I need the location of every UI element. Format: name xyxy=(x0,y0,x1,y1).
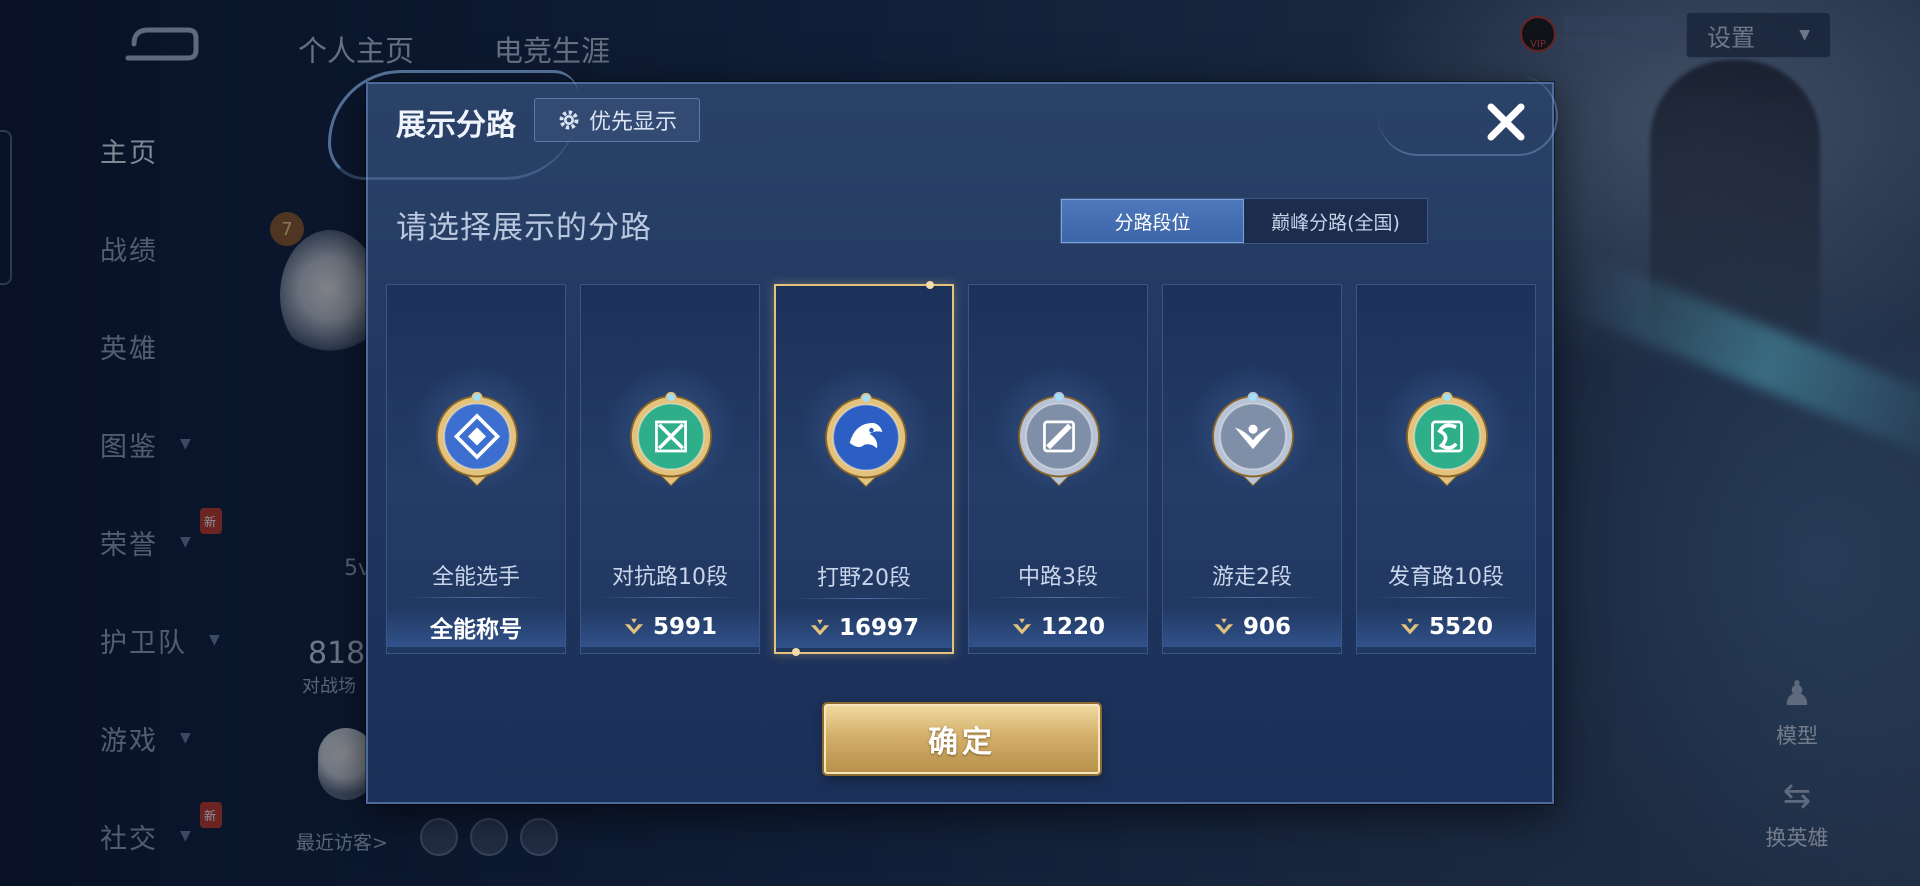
lane-score-row: 5991 xyxy=(581,607,759,647)
card-divider xyxy=(792,598,936,599)
lane-score-row: 16997 xyxy=(776,608,952,648)
lane-score-row: 全能称号 xyxy=(387,607,565,647)
priority-display-label: 优先显示 xyxy=(588,110,677,135)
lane-card[interactable]: 中路3段 1220 xyxy=(968,284,1148,654)
selection-corner-dot xyxy=(926,281,934,289)
confirm-button[interactable]: 确定 xyxy=(824,704,1100,774)
lane-score-value: 5520 xyxy=(1428,614,1493,640)
card-divider xyxy=(403,597,549,598)
selection-corner-dot xyxy=(792,648,800,656)
lane-card-list: 全能选手 全能称号 对抗路10段 5991 打野20段 16997 中路3段 1220 游走2段… xyxy=(386,281,1538,656)
rank-points-icon xyxy=(1012,618,1032,635)
roam-emblem-icon xyxy=(1203,391,1303,491)
rank-points-icon xyxy=(624,618,644,635)
priority-display-button[interactable]: 优先显示 xyxy=(534,98,700,142)
lane-type-tabs: 分路段位 巅峰分路(全国) xyxy=(1060,198,1428,244)
lane-name: 打野20段 xyxy=(817,566,911,591)
gear-icon xyxy=(559,110,579,130)
card-divider xyxy=(985,597,1131,598)
lane-score-value: 全能称号 xyxy=(430,617,522,643)
lane-card[interactable]: 游走2段 906 xyxy=(1162,284,1342,654)
lane-name: 对抗路10段 xyxy=(612,565,728,590)
lane-card[interactable]: 打野20段 16997 xyxy=(774,281,954,656)
lane-score-row: 906 xyxy=(1163,607,1341,647)
modal-subtitle: 请选择展示的分路 xyxy=(396,210,652,246)
lane-score-value: 1220 xyxy=(1040,614,1105,640)
farm-lane-emblem-icon xyxy=(1397,391,1497,491)
lane-score-value: 16997 xyxy=(838,615,920,641)
lane-name: 游走2段 xyxy=(1212,565,1292,590)
lane-card[interactable]: 发育路10段 5520 xyxy=(1356,284,1536,654)
lane-display-modal: 展示分路 优先显示 请选择展示的分路 分路段位 巅峰分路(全国) 全能选手全能称… xyxy=(328,70,1558,804)
lane-score-row: 5520 xyxy=(1357,607,1535,647)
mid-lane-emblem-icon xyxy=(1009,391,1109,491)
all-round-emblem-icon xyxy=(427,391,527,491)
card-divider xyxy=(597,597,743,598)
lane-name: 发育路10段 xyxy=(1388,565,1504,590)
close-icon xyxy=(1487,103,1525,141)
lane-score-value: 5991 xyxy=(652,614,717,640)
lane-card[interactable]: 对抗路10段 5991 xyxy=(580,284,760,654)
lane-name: 全能选手 xyxy=(431,565,520,590)
close-button[interactable] xyxy=(1478,94,1534,150)
card-divider xyxy=(1373,597,1519,598)
jungle-emblem-icon xyxy=(816,392,916,492)
lane-score-row: 1220 xyxy=(969,607,1147,647)
modal-title: 展示分路 xyxy=(396,108,516,143)
tab-peak-lane-national[interactable]: 巅峰分路(全国) xyxy=(1244,199,1427,243)
rank-points-icon xyxy=(810,619,830,636)
rank-points-icon xyxy=(1400,618,1420,635)
card-divider xyxy=(1179,597,1325,598)
lane-card[interactable]: 全能选手 全能称号 xyxy=(386,284,566,654)
lane-name: 中路3段 xyxy=(1018,565,1098,590)
rank-points-icon xyxy=(1214,618,1234,635)
tab-lane-rank[interactable]: 分路段位 xyxy=(1061,199,1244,243)
clash-lane-emblem-icon xyxy=(621,391,721,491)
lane-score-value: 906 xyxy=(1242,614,1291,640)
